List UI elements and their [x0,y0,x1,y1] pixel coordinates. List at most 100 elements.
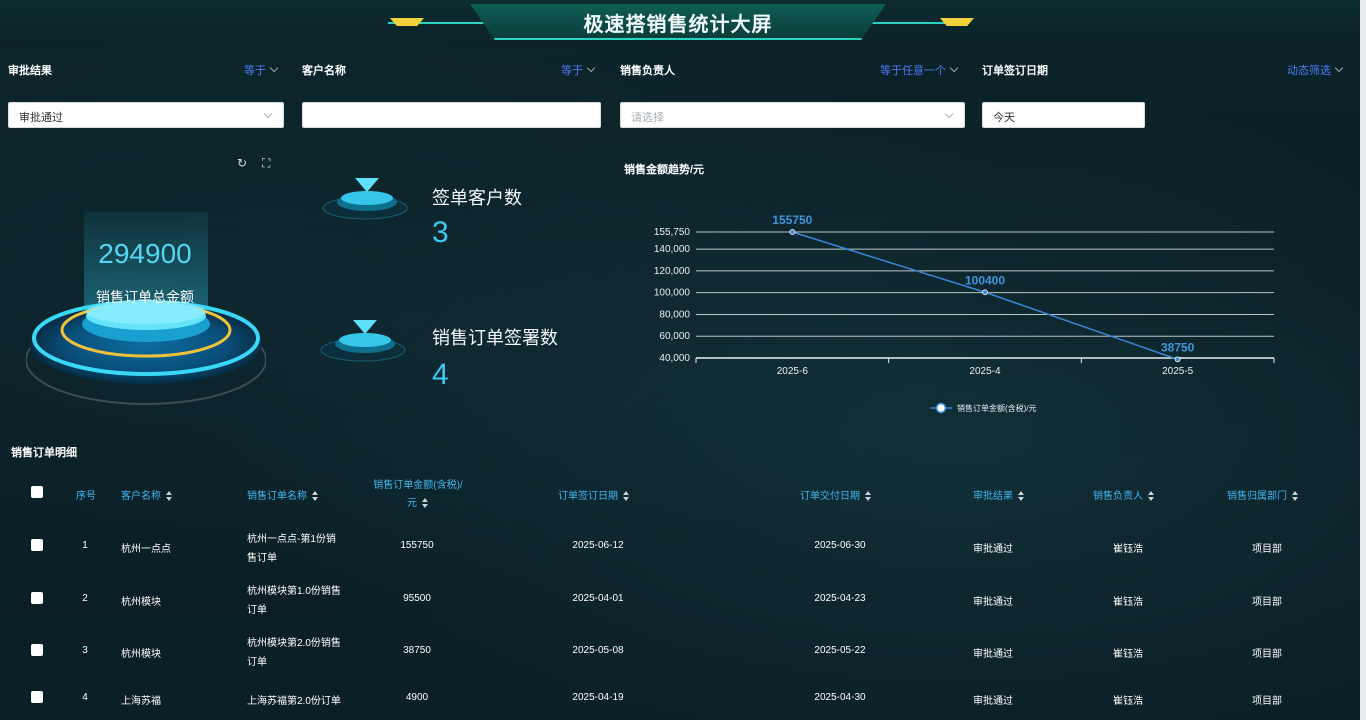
row-checkbox[interactable] [31,691,43,703]
chart-point [982,289,988,296]
refresh-icon[interactable]: ↻ [237,156,247,170]
chart-x-tick-label: 2025-5 [1162,366,1194,377]
column-header-dept[interactable]: 销售归属部门 [1227,487,1299,502]
column-header-order-name[interactable]: 销售订单名称 [247,487,319,502]
cell-customer: 杭州模块 [121,597,161,608]
cell-sign-date: 2025-06-12 [572,540,624,551]
chart-series-line [792,231,1178,361]
column-header-deliver-date-label: 订单交付日期 [800,491,860,502]
filter-label-date: 订单签订日期 [982,65,1048,77]
cell-no: 2 [82,593,88,604]
chart-data-label: 38750 [1161,340,1195,354]
cell-amount: 4900 [405,692,429,703]
chart-data-label: 100400 [965,273,1005,287]
filter-op-customer[interactable]: 等于 [561,62,596,78]
cell-customer: 杭州模块 [121,649,161,660]
kpi-orders-label: 销售订单签署数 [432,328,558,348]
chart-y-tick-label: 60,000 [659,331,690,342]
cell-order-name-line1: 杭州模块第2.0份销售 [247,638,341,649]
filter-select-approval[interactable]: 审批通过 [8,102,284,128]
sort-icon[interactable] [421,498,429,508]
chart-legend-label: 销售订单金额(含税)/元 [957,403,1037,413]
filter-op-owner[interactable]: 等于任意一个 [880,62,959,78]
column-header-customer[interactable]: 客户名称 [121,487,173,502]
column-header-deliver-date[interactable]: 订单交付日期 [800,487,872,502]
cell-sign-date: 2025-04-19 [572,692,624,703]
cell-customer: 杭州一点点 [121,544,171,555]
sort-icon[interactable] [1291,491,1299,501]
kpi-podium-icon [322,178,408,220]
chevron-down-icon [269,63,279,73]
filter-value-approval: 审批通过 [19,112,63,124]
column-header-approval[interactable]: 审批结果 [973,487,1025,502]
chart-legend-marker [935,402,947,414]
column-header-sign-date-label: 订单签订日期 [558,491,618,502]
kpi-podium-icon [320,320,406,362]
filter-input-customer[interactable] [302,102,601,128]
chevron-down-icon [586,63,596,73]
chart-title: 销售金额趋势/元 [624,164,705,176]
column-header-sign-date[interactable]: 订单签订日期 [558,487,630,502]
cell-order-name-line2: 订单 [247,605,267,616]
column-header-dept-label: 销售归属部门 [1227,491,1287,502]
row-checkbox[interactable] [31,644,43,656]
sort-icon[interactable] [622,491,630,501]
cell-approval: 审批通过 [973,597,1013,608]
filter-op-owner-label: 等于任意一个 [880,65,946,77]
total-amount-value: 294900 [98,238,192,269]
chart-point [1174,356,1181,363]
sort-icon[interactable] [1017,491,1025,501]
chevron-down-icon [949,63,959,73]
column-header-amount[interactable]: 销售订单金额(含税)/ 元 [366,477,470,513]
kpi-customers-label: 签单客户数 [432,188,522,208]
chart-y-tick-label: 80,000 [659,309,690,320]
select-all-checkbox[interactable] [31,486,43,498]
column-header-amount-label-line1: 销售订单金额(含税)/ [373,480,463,491]
chart-y-tick-label: 140,000 [654,244,691,255]
filter-op-approval[interactable]: 等于 [244,62,279,78]
total-amount-label: 销售订单总金额 [96,289,194,305]
column-header-owner-label: 销售负责人 [1093,491,1143,502]
cell-deliver-date: 2025-06-30 [814,540,866,551]
sort-icon[interactable] [165,491,173,501]
chart-y-tick-label: 155,750 [654,227,691,238]
filter-input-date[interactable]: 今天 [982,102,1145,128]
filter-placeholder-owner: 请选择 [631,112,664,124]
filter-select-owner[interactable]: 请选择 [620,102,965,128]
cell-owner: 崔钰浩 [1113,544,1143,555]
chart-point [789,229,796,235]
sort-icon[interactable] [864,491,872,501]
chevron-down-icon [944,109,954,119]
row-checkbox[interactable] [31,592,43,604]
chart-y-tick-label: 120,000 [654,266,691,277]
header-bar: 极速搭销售统计大屏 [0,0,1360,44]
cell-order-name-line1: 杭州一点点-第1份销 [247,534,336,545]
cell-order-name: 杭州模块第1.0份销售 订单 [247,582,341,620]
sales-trend-chart: 40,000 60,000 80,000 100,000 120,000 140,000 1… [654,213,1275,414]
cell-approval: 审批通过 [973,696,1013,707]
filter-label-customer: 客户名称 [302,65,346,77]
chevron-down-icon [263,109,273,119]
filter-value-date: 今天 [993,112,1015,124]
cell-order-name-line1: 杭州模块第1.0份销售 [247,586,341,597]
cell-order-name: 杭州模块第2.0份销售 订单 [247,634,341,672]
table-title: 销售订单明细 [11,447,77,459]
sort-icon[interactable] [1147,491,1155,501]
cell-owner: 崔钰浩 [1113,597,1143,608]
row-checkbox[interactable] [31,539,43,551]
chart-y-tick-label: 40,000 [659,353,690,364]
cell-dept: 项目部 [1252,597,1282,608]
filter-label-approval: 审批结果 [8,65,52,77]
fullscreen-icon[interactable]: ⛶ [262,156,270,171]
column-header-owner[interactable]: 销售负责人 [1093,487,1155,502]
column-header-approval-label: 审批结果 [973,491,1013,502]
cell-approval: 审批通过 [973,544,1013,555]
column-header-order-name-label: 销售订单名称 [247,491,307,502]
filter-op-customer-label: 等于 [561,65,583,77]
filter-op-date[interactable]: 动态筛选 [1287,62,1344,78]
sort-icon[interactable] [311,491,319,501]
cell-customer: 上海苏福 [121,696,161,707]
filter-label-owner: 销售负责人 [620,65,675,77]
cell-order-name-line2: 订单 [247,657,267,668]
page-title: 极速搭销售统计大屏 [583,12,773,36]
